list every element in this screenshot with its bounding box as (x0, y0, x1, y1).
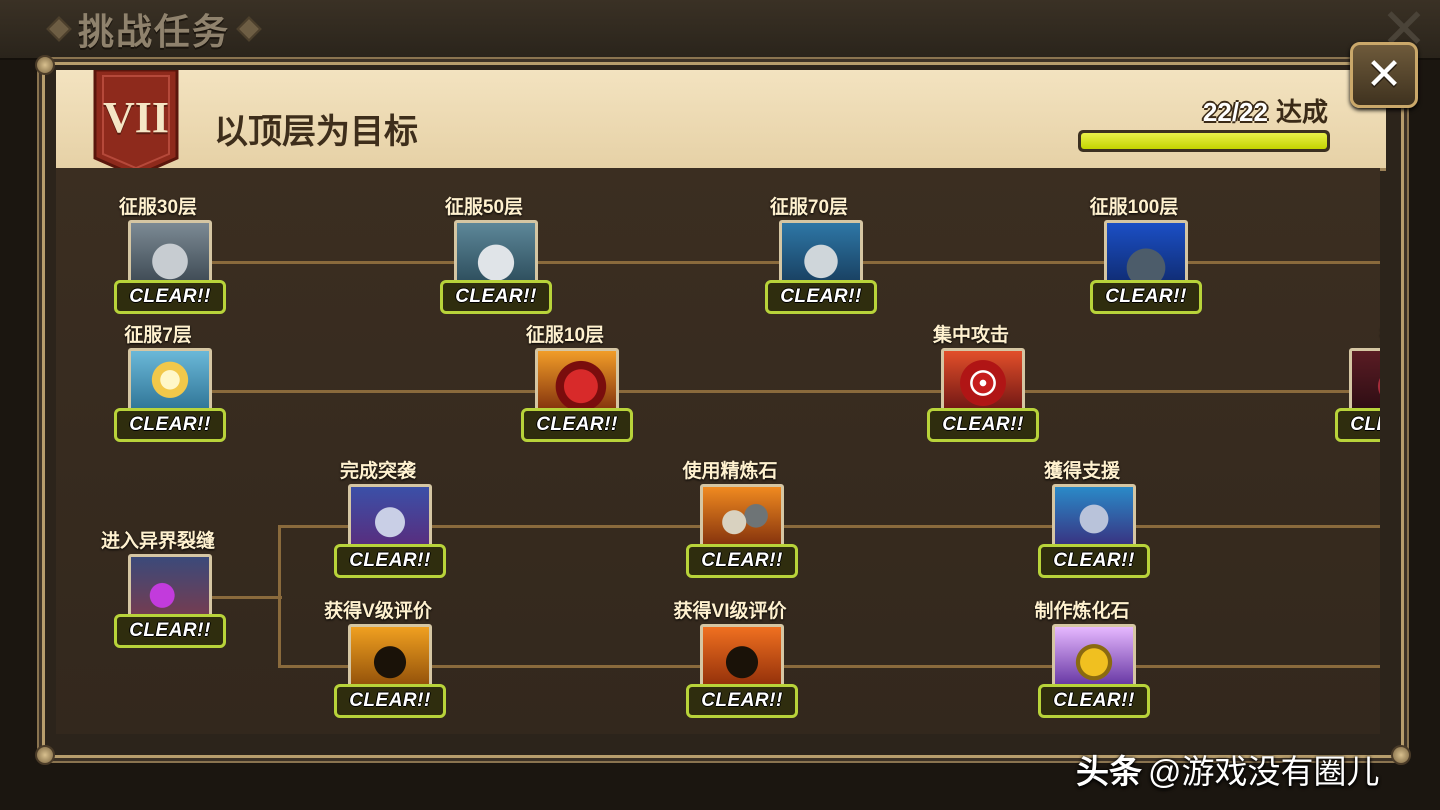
clear-badge: CLEAR!! (114, 408, 226, 442)
top-bar: 挑战任务 ✕ (0, 0, 1440, 60)
watermark: 头条 @游戏没有圈儿 (1076, 745, 1380, 793)
window-title: 挑战任务 (78, 11, 231, 52)
connector-line (212, 596, 282, 599)
clear-badge: CLEAR!! (334, 684, 446, 718)
mission-label: 獲得支援 (1043, 461, 1120, 482)
clear-badge: CLEAR!! (927, 408, 1039, 442)
corner-rivet-icon (35, 55, 55, 75)
mission-label: 征服7层 (124, 325, 192, 346)
top-title-group: 挑战任务 (46, 6, 262, 52)
mission-label: 使用精炼石 (682, 461, 778, 482)
progress-count: 22/22 (1202, 97, 1268, 127)
watermark-handle: @游戏没有圈儿 (1148, 753, 1380, 790)
mission-label: 征服70层 (769, 197, 849, 218)
stage-number: VII (102, 93, 170, 142)
mission-label: 征服30层 (118, 197, 198, 218)
watermark-brand: 头条 (1076, 753, 1142, 790)
mission-tree: 征服30层 CLEAR!! 征服50层 CLEAR!! 征服70层 CLEAR!… (56, 168, 1380, 734)
mission-label: 获得V级评价 (324, 601, 432, 622)
diamond-ornament-icon (236, 16, 262, 42)
progress-bar (1078, 130, 1330, 152)
clear-badge: CLEAR!! (334, 544, 446, 578)
mission-label: 制作炼化石 (1034, 601, 1130, 622)
clear-badge: CLEAR!! (521, 408, 633, 442)
corner-rivet-icon (35, 745, 55, 765)
mission-label: 征服 (1295, 320, 1381, 347)
progress-status: 达成 (1275, 97, 1328, 127)
mission-label: 获得VI级评价 (673, 601, 787, 622)
clear-badge: CLEAR!! (686, 544, 798, 578)
clear-badge: CLEAR!! (114, 614, 226, 648)
clear-badge: CLEAR!! (1090, 280, 1202, 314)
connector-line (278, 525, 1380, 528)
connector-line (212, 390, 1352, 393)
close-button[interactable]: ✕ (1350, 42, 1418, 108)
mission-label: 进入异界裂缝 (100, 531, 215, 552)
mission-label: 征服100层 (1089, 197, 1179, 218)
clear-badge: CLEAR!! (765, 280, 877, 314)
mission-label: 完成突袭 (339, 461, 416, 482)
progress-bar-fill (1081, 133, 1327, 149)
stage-title: 以顶层为目标 (214, 113, 418, 151)
clear-badge: CLEAR!! (1335, 408, 1380, 442)
mission-label: 征服50层 (444, 197, 524, 218)
close-icon: ✕ (1365, 50, 1403, 99)
clear-badge: CLEAR!! (1038, 544, 1150, 578)
connector-line (278, 665, 1380, 668)
diamond-ornament-icon (46, 16, 72, 42)
mission-label: 征服10层 (525, 325, 605, 346)
progress-label: 22/22 达成 (1120, 92, 1328, 129)
clear-badge: CLEAR!! (114, 280, 226, 314)
clear-badge: CLEAR!! (686, 684, 798, 718)
mission-label: 集中攻击 (932, 325, 1009, 346)
corner-rivet-icon (1391, 745, 1411, 765)
clear-badge: CLEAR!! (1038, 684, 1150, 718)
clear-badge: CLEAR!! (440, 280, 552, 314)
